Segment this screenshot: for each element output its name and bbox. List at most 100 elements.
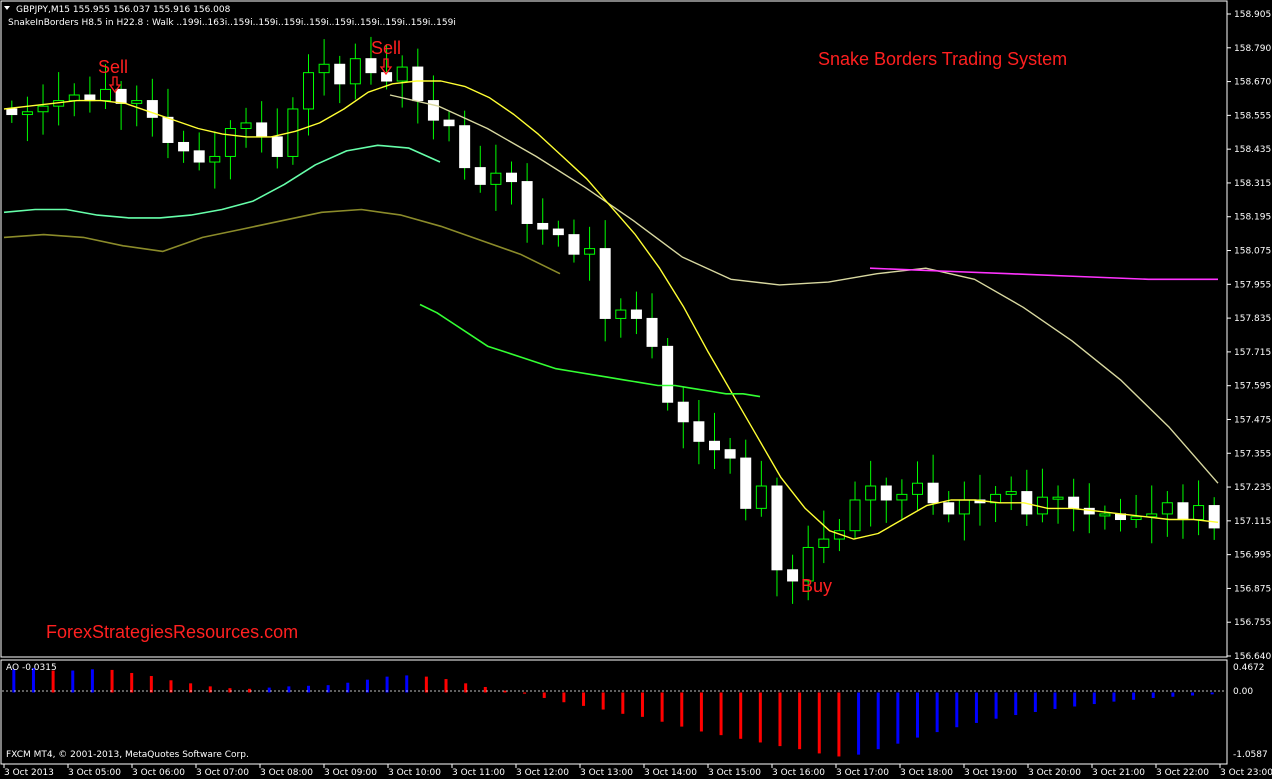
ao-bar[interactable] — [228, 688, 232, 693]
ao-bar[interactable] — [680, 692, 684, 727]
candle[interactable] — [771, 485, 783, 571]
candle[interactable] — [1161, 502, 1173, 515]
ao-bar[interactable] — [424, 676, 428, 693]
candle[interactable] — [1146, 513, 1158, 518]
ao-bar[interactable] — [660, 692, 664, 722]
candle[interactable] — [21, 111, 33, 116]
ao-bar[interactable] — [1132, 692, 1136, 700]
ao-bar[interactable] — [601, 692, 605, 710]
candle[interactable] — [1130, 516, 1142, 521]
ao-bar[interactable] — [916, 692, 919, 738]
candle[interactable] — [412, 66, 424, 102]
ao-bar[interactable] — [110, 669, 114, 693]
ao-bar[interactable] — [817, 692, 821, 754]
candle[interactable] — [537, 222, 549, 230]
candle[interactable] — [1099, 513, 1111, 517]
candle[interactable] — [568, 234, 580, 255]
candle[interactable] — [334, 63, 346, 85]
ao-bar[interactable] — [149, 676, 153, 693]
candle[interactable] — [615, 309, 627, 319]
candle[interactable] — [552, 228, 564, 236]
candle[interactable] — [303, 72, 314, 110]
ao-bar[interactable] — [365, 679, 369, 693]
ao-bar[interactable] — [1210, 692, 1214, 695]
candle[interactable] — [224, 128, 236, 157]
candle[interactable] — [474, 167, 486, 185]
ao-bar[interactable] — [1151, 692, 1155, 698]
candle[interactable] — [1177, 502, 1189, 521]
candle[interactable] — [693, 421, 705, 442]
ao-bar[interactable] — [699, 692, 703, 732]
ao-bar[interactable] — [857, 692, 861, 755]
ao-bar[interactable] — [994, 692, 998, 719]
candle[interactable] — [927, 482, 939, 504]
candle[interactable] — [349, 58, 361, 85]
ao-bar[interactable] — [955, 692, 959, 728]
candle[interactable] — [100, 88, 111, 102]
candle[interactable] — [6, 108, 18, 116]
candle[interactable] — [740, 457, 752, 509]
candle[interactable] — [443, 119, 455, 127]
candle[interactable] — [755, 485, 767, 509]
candle[interactable] — [318, 63, 330, 74]
ao-bar[interactable] — [1092, 692, 1096, 705]
ao-bar[interactable] — [1053, 692, 1057, 709]
ao-bar[interactable] — [130, 672, 134, 693]
candle[interactable] — [37, 105, 49, 113]
candle[interactable] — [459, 125, 471, 169]
candle[interactable] — [724, 449, 736, 459]
ao-bar[interactable] — [405, 675, 409, 693]
ao-bar[interactable] — [739, 692, 743, 739]
candle[interactable] — [193, 150, 205, 163]
candle[interactable] — [1052, 496, 1064, 500]
ao-bar[interactable] — [935, 692, 939, 733]
candle[interactable] — [646, 317, 658, 347]
ao-bar[interactable] — [621, 692, 625, 714]
ao-bar[interactable] — [1014, 692, 1018, 716]
ao-bar[interactable] — [208, 686, 212, 693]
candle[interactable] — [209, 155, 221, 163]
ao-bar[interactable] — [758, 692, 762, 743]
candle[interactable] — [162, 116, 174, 143]
ao-bar[interactable] — [1033, 692, 1037, 712]
trading-chart[interactable]: 158.905 158.790 158.670 158.555 158.435 158.3… — [0, 0, 1272, 779]
candle[interactable] — [365, 58, 377, 74]
ao-bar[interactable] — [71, 670, 75, 693]
ao-bar[interactable] — [444, 679, 448, 693]
candle[interactable] — [677, 401, 689, 423]
ao-bar[interactable] — [1112, 692, 1116, 702]
ao-bar[interactable] — [1073, 692, 1077, 707]
candle[interactable] — [1005, 491, 1017, 495]
ao-bar[interactable] — [837, 692, 841, 757]
candle[interactable] — [584, 248, 596, 255]
candle[interactable] — [240, 122, 252, 130]
ao-bar[interactable] — [267, 687, 271, 693]
candle[interactable] — [880, 485, 892, 501]
candle[interactable] — [146, 100, 158, 118]
candle[interactable] — [256, 122, 268, 138]
candle[interactable] — [943, 502, 955, 515]
ao-bar[interactable] — [640, 692, 644, 717]
candle[interactable] — [1208, 505, 1220, 529]
ao-bar[interactable] — [90, 669, 94, 693]
ao-bar[interactable] — [287, 686, 291, 693]
candle[interactable] — [506, 172, 517, 183]
ao-bar[interactable] — [974, 692, 978, 723]
candle[interactable] — [865, 485, 877, 501]
ao-bar[interactable] — [1171, 692, 1175, 697]
candle[interactable] — [271, 136, 283, 157]
candle[interactable] — [896, 493, 908, 501]
ao-bar[interactable] — [483, 686, 487, 693]
candle[interactable] — [787, 569, 799, 582]
candle[interactable] — [490, 172, 502, 185]
candle[interactable] — [131, 100, 143, 104]
candle[interactable] — [912, 482, 923, 495]
candle[interactable] — [68, 94, 80, 102]
ao-bar[interactable] — [778, 692, 782, 747]
candle[interactable] — [849, 499, 861, 532]
candle[interactable] — [958, 499, 970, 515]
ao-bar[interactable] — [523, 692, 527, 694]
candle[interactable] — [1036, 496, 1048, 515]
candle[interactable] — [630, 309, 642, 319]
candle[interactable] — [709, 440, 720, 451]
